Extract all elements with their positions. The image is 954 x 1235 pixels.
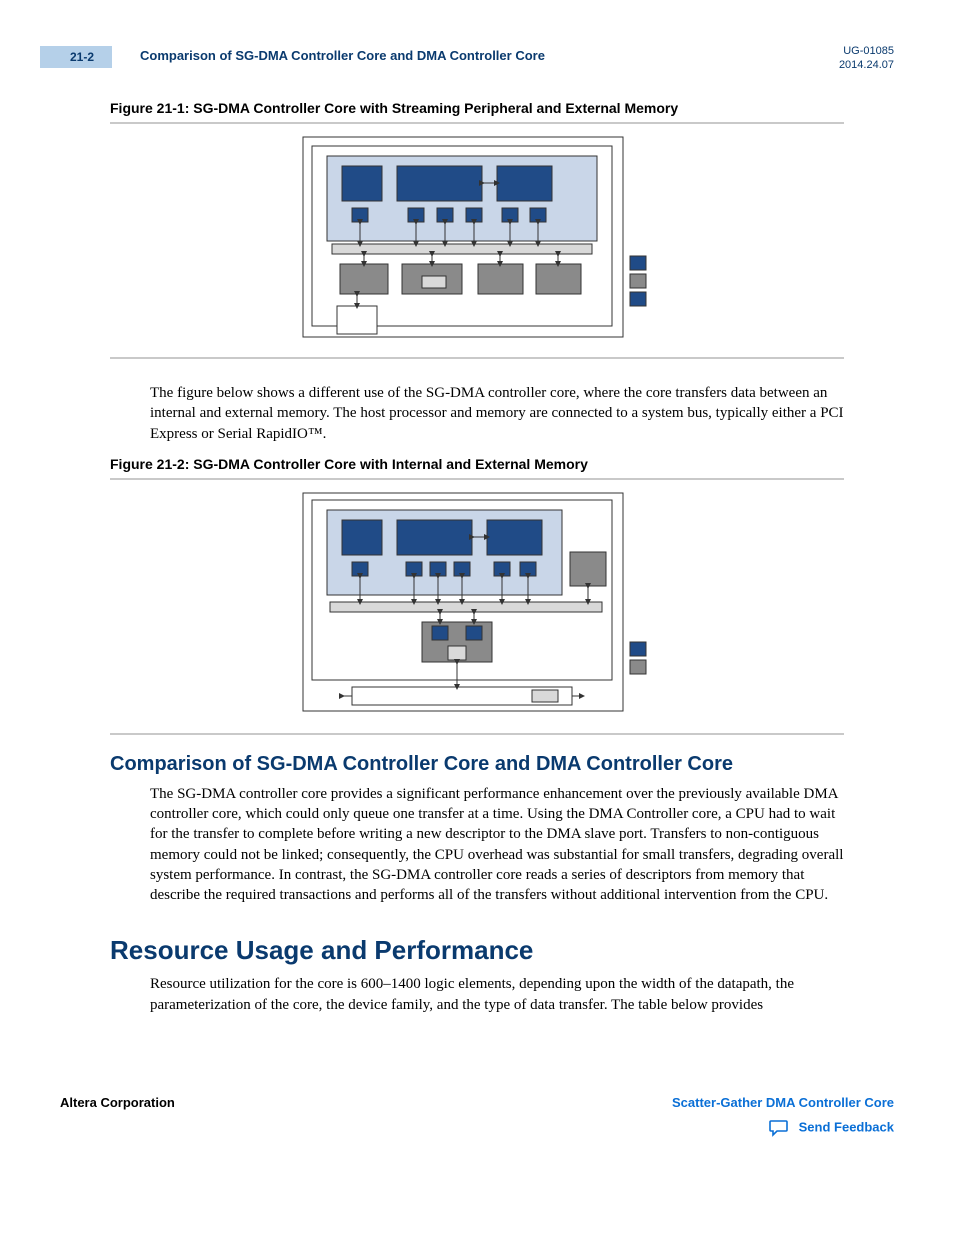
section-2-body: Resource utilization for the core is 600… [150,974,844,1015]
figure-1-caption: Figure 21-1: SG-DMA Controller Core with… [110,100,894,116]
running-header-title: Comparison of SG-DMA Controller Core and… [140,48,545,63]
footer-doc-link[interactable]: Scatter-Gather DMA Controller Core [672,1095,894,1110]
divider [110,357,844,359]
send-feedback-label: Send Feedback [799,1119,894,1134]
figure-1-diagram [110,136,844,351]
divider [110,122,844,124]
divider [110,733,844,735]
header-doc-meta: UG-01085 2014.24.07 [839,44,894,73]
send-feedback-link[interactable]: Send Feedback [769,1119,894,1137]
section-2-title: Resource Usage and Performance [110,935,894,966]
page-content: Figure 21-1: SG-DMA Controller Core with… [0,100,954,1015]
footer-company: Altera Corporation [60,1095,175,1110]
figure-2-diagram [110,492,844,727]
page-header: 21-2 Comparison of SG-DMA Controller Cor… [0,40,954,80]
figure-2-caption: Figure 21-2: SG-DMA Controller Core with… [110,456,894,472]
page-number-badge: 21-2 [40,46,112,68]
doc-id: UG-01085 [839,44,894,58]
paragraph-1: The figure below shows a different use o… [150,383,844,444]
doc-date: 2014.24.07 [839,58,894,72]
divider [110,478,844,480]
section-1-body: The SG-DMA controller core provides a si… [150,784,844,906]
speech-bubble-icon [769,1119,799,1134]
section-1-title: Comparison of SG-DMA Controller Core and… [110,753,894,776]
